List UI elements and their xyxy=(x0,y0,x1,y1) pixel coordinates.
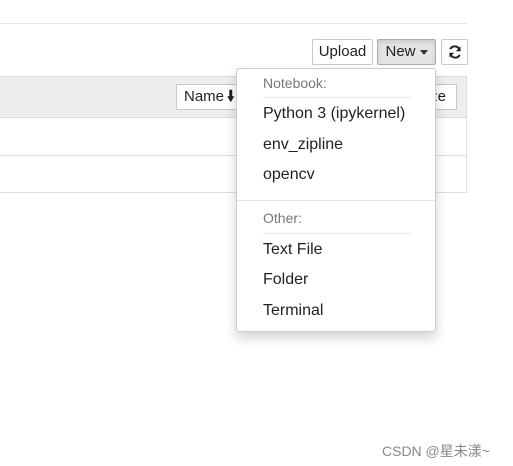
caret-down-icon xyxy=(419,49,428,55)
refresh-button[interactable] xyxy=(441,39,468,65)
refresh-icon xyxy=(449,45,461,59)
menu-header-rule xyxy=(263,233,411,234)
menu-item-folder[interactable]: Folder xyxy=(263,271,308,289)
menu-item-terminal[interactable]: Terminal xyxy=(263,302,323,320)
menu-item-python3[interactable]: Python 3 (ipykernel) xyxy=(263,105,405,123)
menu-divider xyxy=(237,200,435,201)
menu-item-opencv[interactable]: opencv xyxy=(263,166,315,184)
header-divider xyxy=(0,23,467,24)
menu-item-text-file[interactable]: Text File xyxy=(263,241,323,259)
menu-header-notebook: Notebook: xyxy=(263,75,327,91)
new-button-label: New xyxy=(385,43,416,60)
upload-button[interactable]: Upload xyxy=(312,39,373,65)
arrow-down-icon: 🠛 xyxy=(227,88,235,105)
watermark-text: CSDN @星未漾~ xyxy=(382,443,490,459)
menu-header-other: Other: xyxy=(263,210,302,226)
sort-label: Name xyxy=(184,88,225,105)
new-dropdown-button[interactable]: New xyxy=(377,39,436,65)
new-dropdown-menu: Notebook: Python 3 (ipykernel) env_zipli… xyxy=(236,68,436,332)
menu-item-env-zipline[interactable]: env_zipline xyxy=(263,136,343,154)
menu-header-rule xyxy=(263,97,411,98)
